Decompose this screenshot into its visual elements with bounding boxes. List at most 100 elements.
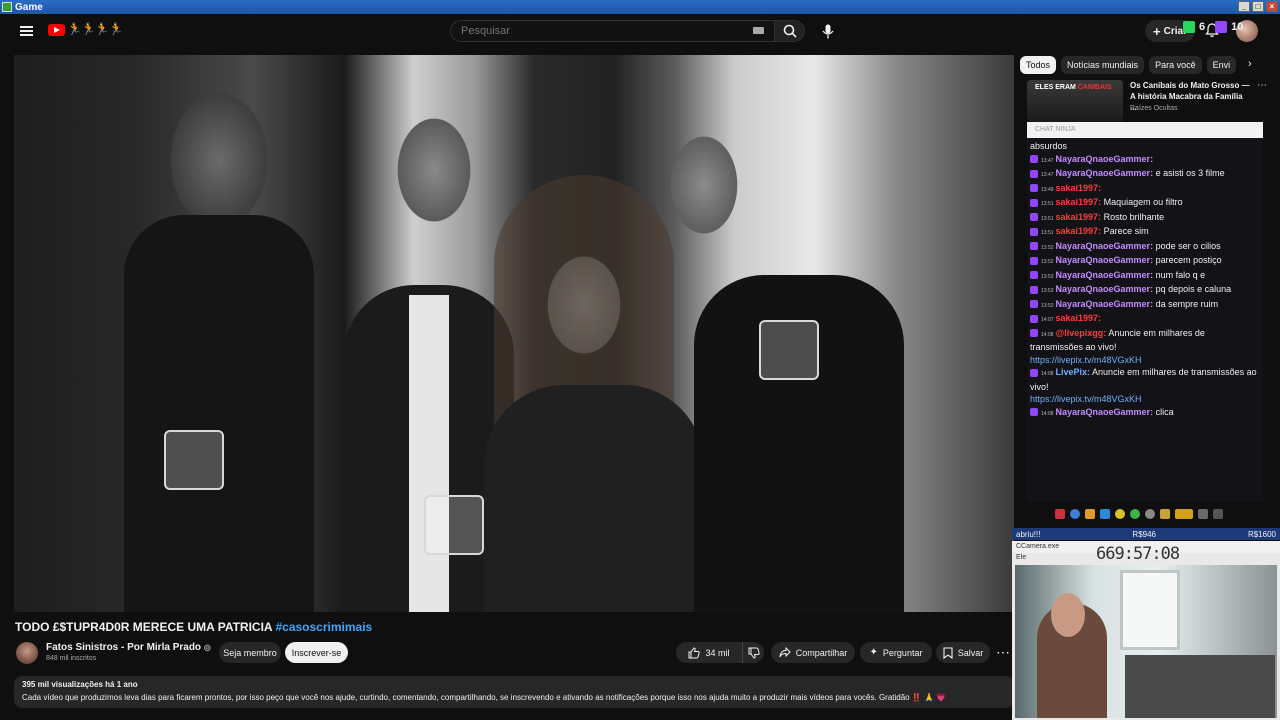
ask-button[interactable]: ✦ Perguntar (860, 642, 932, 663)
search-box[interactable] (450, 20, 775, 42)
channel-avatar[interactable] (16, 642, 38, 664)
voice-search-button[interactable] (815, 19, 841, 43)
counter-a: 6 (1199, 21, 1206, 33)
chip-more[interactable]: Envi (1206, 56, 1237, 74)
view-count-date: 395 mil visualizações há 1 ano (22, 680, 138, 689)
message-user[interactable]: sakai1997: (1056, 197, 1102, 207)
streamer-face (1051, 593, 1085, 637)
volume-icon[interactable] (1198, 509, 1208, 519)
subscribe-button[interactable]: Inscrever-se (285, 642, 348, 663)
message-user[interactable]: LivePix: (1056, 367, 1091, 377)
kebab-menu-icon[interactable]: ⋯ (1257, 80, 1267, 91)
channel-name[interactable]: Fatos Sinistros - Por Mirla Prado ◎ (46, 642, 211, 653)
settings-icon[interactable] (1145, 509, 1155, 519)
message-user[interactable]: sakai1997: (1056, 313, 1102, 323)
microphone-icon (822, 24, 834, 38)
like-count: 34 mil (705, 647, 730, 658)
message-time: 13:51 (1041, 230, 1054, 236)
viewers-icon (1183, 21, 1195, 33)
message-user[interactable]: NayaraQnaoeGammer: (1056, 241, 1154, 251)
pen-icon[interactable] (1160, 509, 1170, 519)
chat-icon (1215, 21, 1228, 33)
goal-bar: abriu!!! R$946 R$1600 (1012, 528, 1280, 540)
recommended-video-channel[interactable]: Raízes Ocultas (1130, 105, 1177, 112)
message-user[interactable]: NayaraQnaoeGammer: (1056, 299, 1154, 309)
message-user[interactable]: NayaraQnaoeGammer: (1056, 168, 1154, 178)
message-link[interactable]: https://livepix.tv/m48VGxKH (1030, 355, 1142, 365)
auto-icon[interactable] (1175, 509, 1193, 519)
search-input[interactable] (461, 25, 741, 37)
chip-all[interactable]: Todos (1020, 56, 1057, 74)
chat-bubble-icon[interactable] (1070, 509, 1080, 519)
join-button[interactable]: Seja membro (219, 642, 281, 663)
collapse-icon[interactable] (1213, 509, 1223, 519)
video-thumbnail[interactable]: ELES ERAM CANIBAIS (1027, 80, 1123, 122)
message-user[interactable]: @livepixgg: (1056, 328, 1107, 338)
filter-icon[interactable] (1100, 509, 1110, 519)
like-button[interactable]: 34 mil (676, 642, 742, 663)
save-button[interactable]: Salvar (936, 642, 990, 663)
chat-message: 14:08 NayaraQnaoeGammer: clica (1030, 406, 1260, 421)
message-user[interactable]: NayaraQnaoeGammer: (1056, 154, 1154, 164)
message-text: Parece sim (1103, 226, 1149, 236)
chip-world-news[interactable]: Notícias mundiais (1061, 56, 1145, 74)
close-icon[interactable]: × (1266, 1, 1278, 12)
message-text: Maquiagem ou filtro (1103, 197, 1183, 207)
share-button[interactable]: Compartilhar (771, 642, 855, 663)
platform-badge-icon (1030, 184, 1038, 193)
platform-badge-icon (1030, 300, 1038, 309)
globe-icon[interactable] (1130, 509, 1140, 519)
message-link[interactable]: https://livepix.tv/m48VGxKH (1030, 394, 1142, 404)
chip-for-you[interactable]: Para você (1149, 56, 1202, 74)
masthead: 🏃🏃🏃🏃 (0, 14, 1020, 50)
keyboard-icon[interactable] (753, 27, 764, 34)
minimize-icon[interactable]: _ (1238, 1, 1250, 12)
recommended-video[interactable]: ELES ERAM CANIBAIS Os Canibais do Mato G… (1025, 80, 1270, 122)
chat-header: CHAT NINJA (1027, 122, 1263, 138)
chat-message: 13:53 NayaraQnaoeGammer: da sempre ruim (1030, 298, 1260, 313)
message-user[interactable]: NayaraQnaoeGammer: (1056, 255, 1154, 265)
thumbs-up-icon (688, 646, 701, 658)
message-user[interactable]: sakai1997: (1056, 226, 1102, 236)
message-user[interactable]: NayaraQnaoeGammer: (1056, 407, 1154, 417)
stream-timer: 669:57:08 (1096, 544, 1180, 564)
platform-badge-icon (1030, 227, 1038, 236)
chat-message: 13:49 sakai1997: (1030, 182, 1260, 197)
search-button[interactable] (775, 20, 805, 42)
hashtag-link[interactable]: #casoscrimimais (275, 620, 372, 634)
dislike-button[interactable] (742, 642, 764, 663)
subscriber-count: 848 mil inscritos (46, 655, 97, 662)
chat-messages: absurdos 13:47 NayaraQnaoeGammer: 13:47 Nay… (1027, 138, 1263, 420)
bell-small-icon[interactable] (1085, 509, 1095, 519)
save-label: Salvar (957, 647, 984, 658)
pause-icon[interactable] (1055, 509, 1065, 519)
chat-message: 13:53 NayaraQnaoeGammer: pq depois e calu… (1030, 283, 1260, 298)
video-person (124, 215, 314, 612)
video-player[interactable] (14, 55, 1014, 612)
camera-menu[interactable]: Ele (1016, 554, 1026, 561)
logo-doodle[interactable]: 🏃🏃🏃🏃 (67, 22, 124, 36)
description-box[interactable]: 395 mil visualizações há 1 ano Cada víde… (14, 676, 1014, 708)
message-user[interactable]: NayaraQnaoeGammer: (1056, 270, 1154, 280)
message-user[interactable]: sakai1997: (1056, 212, 1102, 222)
message-time: 14:07 (1041, 317, 1054, 323)
message-time: 13:51 (1041, 215, 1054, 222)
message-user[interactable]: sakai1997: (1056, 183, 1102, 193)
menu-icon[interactable] (20, 26, 33, 36)
app-icon (2, 2, 12, 12)
more-actions-icon[interactable]: ⋯ (996, 644, 1010, 661)
message-text: e asisti os 3 filme (1155, 168, 1225, 178)
message-time: 13:53 (1041, 273, 1054, 280)
chat-message: 13:52 NayaraQnaoeGammer: parecem postiço (1030, 254, 1260, 269)
chat-message: 13:47 NayaraQnaoeGammer: (1030, 153, 1260, 168)
chat-message: 13:51 sakai1997: Maquiagem ou filtro (1030, 196, 1260, 211)
bookmark-icon (943, 646, 953, 659)
chat-message: 13:51 sakai1997: Parece sim (1030, 225, 1260, 240)
share-label: Compartilhar (795, 647, 848, 658)
chevron-right-icon[interactable]: › (1248, 58, 1252, 70)
chat-toolbar (1025, 505, 1265, 523)
message-user[interactable]: NayaraQnaoeGammer: (1056, 284, 1154, 294)
youtube-logo-icon[interactable] (48, 24, 65, 36)
maximize-icon[interactable]: □ (1252, 1, 1264, 12)
emoji-icon[interactable] (1115, 509, 1125, 519)
